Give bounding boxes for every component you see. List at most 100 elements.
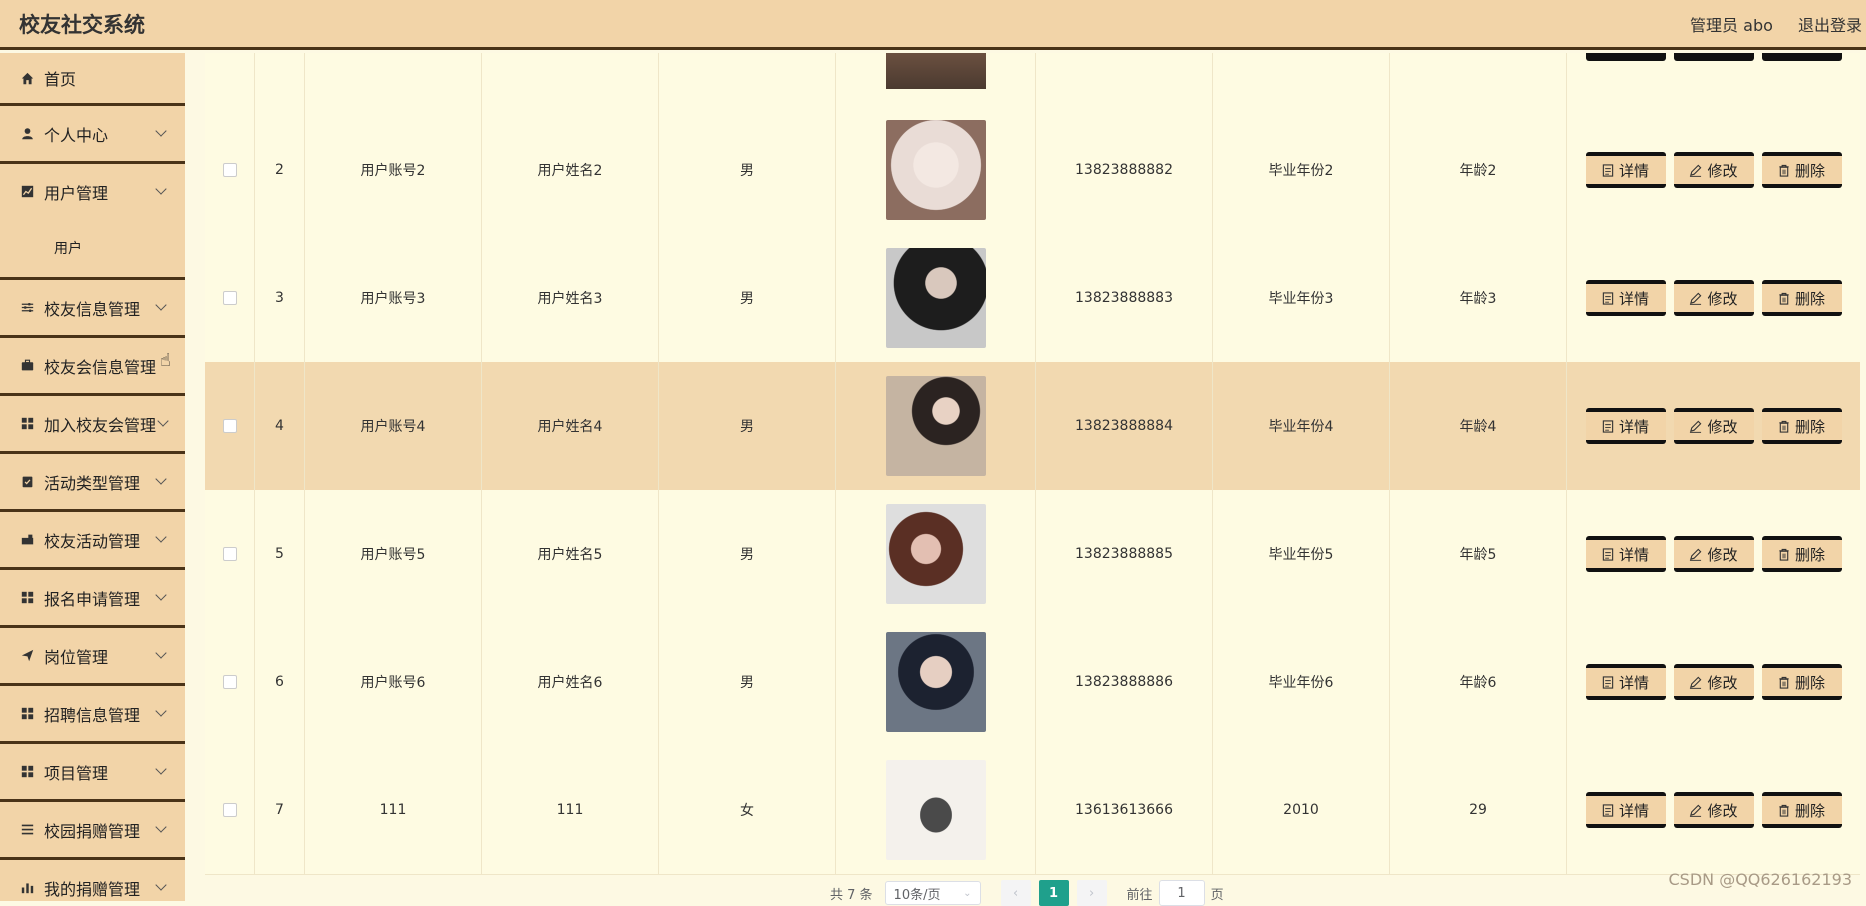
delete-label: 删除 <box>1794 161 1825 180</box>
current-user-label: 管理员 abo <box>1690 16 1773 35</box>
detail-label: 详情 <box>1618 161 1649 180</box>
prev-page-button[interactable]: ‹ <box>1000 880 1031 906</box>
edit-button[interactable]: 修改 <box>1673 792 1754 828</box>
row-checkbox[interactable] <box>222 419 237 433</box>
cell-name: 用户姓名6 <box>482 618 659 746</box>
delete-button[interactable]: 删除 <box>1761 152 1842 188</box>
actions-cell: 详情 修改 删除 <box>1567 618 1860 746</box>
delete-button[interactable]: 删除 <box>1761 408 1842 444</box>
chevron-down-icon <box>157 415 169 427</box>
sidebar-item-alumni-activity[interactable]: 校友活动管理 <box>0 512 185 570</box>
next-page-button[interactable]: › <box>1076 880 1107 906</box>
edit-button[interactable]: 修改 <box>1673 280 1754 316</box>
detail-button[interactable]: 详情 <box>1585 408 1666 444</box>
grid-icon <box>20 417 34 431</box>
detail-button[interactable] <box>1585 53 1666 61</box>
sidebar-item-alumni-info[interactable]: 校友信息管理 <box>0 280 185 338</box>
sidebar-item-home[interactable]: 首页 <box>0 53 185 106</box>
sidebar-item-alumni-association[interactable]: 校友会信息管理 ☝ <box>0 338 185 396</box>
sidebar-item-activity-type[interactable]: 活动类型管理 <box>0 454 185 512</box>
photo-cell <box>836 490 1036 618</box>
row-checkbox[interactable] <box>222 291 237 305</box>
edit-button[interactable]: 修改 <box>1673 408 1754 444</box>
cell-gender: 男 <box>659 106 836 234</box>
delete-label: 删除 <box>1794 801 1825 820</box>
checkbox-cell <box>205 490 255 618</box>
watermark: CSDN @QQ626162193 <box>1668 870 1852 889</box>
delete-button[interactable]: 删除 <box>1761 280 1842 316</box>
send-icon <box>20 649 34 663</box>
delete-label: 删除 <box>1794 673 1825 692</box>
sidebar-item-user-management[interactable]: 用户管理 <box>0 164 185 219</box>
delete-button[interactable]: 删除 <box>1761 536 1842 572</box>
detail-button[interactable]: 详情 <box>1585 280 1666 316</box>
chevron-down-icon: ⌄ <box>963 887 972 899</box>
sidebar-item-label: 项目管理 <box>44 763 109 783</box>
sidebar-item-label: 个人中心 <box>44 125 109 145</box>
sidebar-item-label: 用户管理 <box>44 183 109 203</box>
sidebar-item-my-donation[interactable]: 我的捐赠管理 <box>0 860 185 901</box>
home-icon <box>20 71 34 85</box>
detail-label: 详情 <box>1618 417 1649 436</box>
avatar-photo <box>885 632 986 732</box>
row-checkbox[interactable] <box>222 675 237 689</box>
edit-button[interactable]: 修改 <box>1673 536 1754 572</box>
detail-label: 详情 <box>1618 289 1649 308</box>
row-checkbox[interactable] <box>222 163 237 177</box>
edit-button[interactable] <box>1673 53 1754 61</box>
avatar-photo <box>885 376 986 476</box>
pencil-icon <box>1690 548 1702 561</box>
logout-link[interactable]: 退出登录 <box>1798 16 1862 35</box>
detail-button[interactable]: 详情 <box>1585 536 1666 572</box>
delete-button[interactable]: 删除 <box>1761 664 1842 700</box>
trash-icon <box>1779 676 1789 689</box>
detail-button[interactable]: 详情 <box>1585 152 1666 188</box>
row-index: 7 <box>255 746 305 874</box>
sidebar-item-label: 校友信息管理 <box>44 299 141 319</box>
sidebar-item-recruitment[interactable]: 招聘信息管理 <box>0 686 185 744</box>
cell-phone: 13823888883 <box>1036 234 1213 362</box>
avatar-photo <box>885 504 986 604</box>
detail-button[interactable]: 详情 <box>1585 664 1666 700</box>
page-size-select[interactable]: 10条/页 ⌄ <box>884 881 981 905</box>
edit-label: 修改 <box>1707 545 1738 564</box>
document-icon <box>1602 803 1614 817</box>
sidebar-item-join-association[interactable]: 加入校友会管理 <box>0 396 185 454</box>
row-index: 5 <box>255 490 305 618</box>
detail-button[interactable]: 详情 <box>1585 792 1666 828</box>
sidebar-item-personal-center[interactable]: 个人中心 <box>0 106 185 164</box>
row-checkbox[interactable] <box>222 803 237 817</box>
page-number-current[interactable]: 1 <box>1038 880 1069 906</box>
cell-phone: 13823888882 <box>1036 106 1213 234</box>
delete-button[interactable]: 删除 <box>1761 792 1842 828</box>
sidebar-item-registration[interactable]: 报名申请管理 <box>0 570 185 628</box>
chevron-down-icon <box>155 705 167 717</box>
list-icon <box>20 823 34 837</box>
edit-button[interactable]: 修改 <box>1673 664 1754 700</box>
goto-page-input[interactable]: 1 <box>1158 880 1205 906</box>
row-index: 6 <box>255 618 305 746</box>
sidebar-item-label: 活动类型管理 <box>44 473 141 493</box>
sidebar-item-label: 报名申请管理 <box>44 589 141 609</box>
sidebar-item-position[interactable]: 岗位管理 <box>0 628 185 686</box>
row-checkbox[interactable] <box>222 547 237 561</box>
chevron-down-icon <box>155 821 167 833</box>
table-row: 3 用户账号3 用户姓名3 男 13823888883 毕业年份3 年龄3 详情 修改 删除 <box>205 234 1860 363</box>
chevron-up-icon <box>155 183 167 195</box>
briefcase-icon <box>20 359 34 373</box>
photo-cell <box>836 106 1036 234</box>
cell-graduation-year: 毕业年份4 <box>1213 362 1390 490</box>
avatar-photo <box>885 248 986 348</box>
cell-name: 用户姓名2 <box>482 106 659 234</box>
edit-button[interactable]: 修改 <box>1673 152 1754 188</box>
sidebar-subitem-user[interactable]: 用户 <box>0 219 185 280</box>
cell-age: 年龄6 <box>1390 618 1567 746</box>
clipboard-icon <box>20 475 34 489</box>
sidebar-item-campus-donation[interactable]: 校园捐赠管理 <box>0 802 185 860</box>
chart-icon <box>20 185 34 199</box>
delete-button[interactable] <box>1761 53 1842 61</box>
sidebar-item-label: 校友会信息管理 <box>44 357 157 377</box>
table-row: 2 用户账号2 用户姓名2 男 13823888882 毕业年份2 年龄2 详情 修改 删除 <box>205 106 1860 235</box>
sidebar-item-project[interactable]: 项目管理 <box>0 744 185 802</box>
cell-age: 年龄4 <box>1390 362 1567 490</box>
